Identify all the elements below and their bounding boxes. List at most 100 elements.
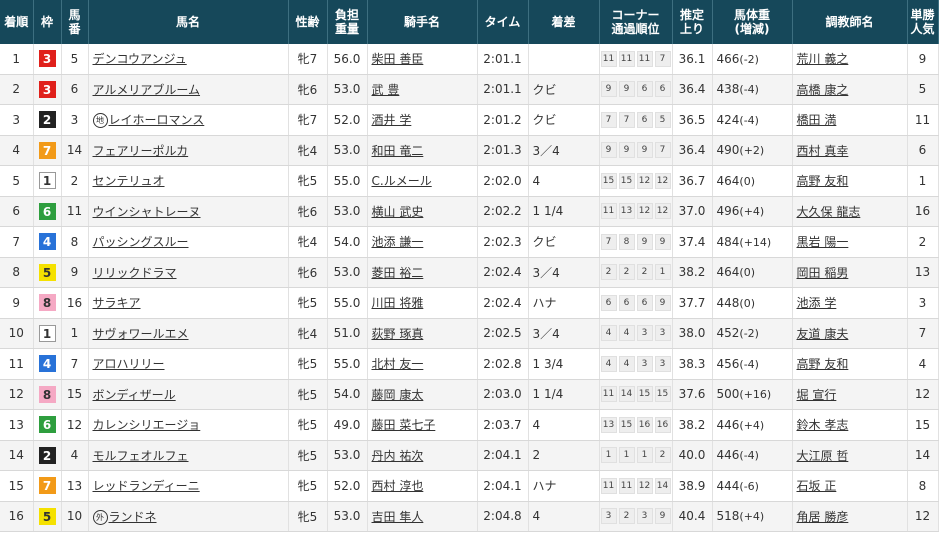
corner-position: 12 — [636, 172, 653, 189]
horse-name-link[interactable]: レイホーロマンス — [109, 113, 205, 127]
trainer-name-link[interactable]: 高橋 康之 — [797, 83, 849, 97]
jockey-name-link[interactable]: 丹内 祐次 — [372, 449, 424, 463]
rank-cell: 5 — [0, 165, 34, 197]
jockey-name-link[interactable]: 武 豊 — [372, 83, 400, 97]
horse-name-link[interactable]: アロハリリー — [93, 357, 165, 371]
table-row: 8 5 9 リリックドラマ 牝6 53.0 菱田 裕二 2:02.4 3／4 2 2 2 1 38.2 46… — [0, 257, 939, 288]
time-cell: 2:04.1 — [477, 440, 529, 471]
trainer-name-link[interactable]: 大江原 哲 — [797, 449, 849, 463]
umaban-cell: 5 — [61, 44, 89, 75]
time-cell: 2:01.2 — [477, 104, 529, 136]
corner-position: 1 — [600, 447, 617, 464]
waku-cell: 4 — [33, 348, 62, 380]
horse-cell: センテリュオ — [88, 165, 289, 197]
horse-name-link[interactable]: カレンシリエージョ — [93, 418, 201, 432]
corner-position: 12 — [636, 203, 653, 220]
horse-name-link[interactable]: サラキア — [93, 296, 141, 310]
trainer-name-link[interactable]: 池添 学 — [797, 296, 837, 310]
trainer-name-link[interactable]: 高野 友和 — [797, 174, 849, 188]
weight-value: 456 — [716, 356, 740, 371]
header-burden: 負担 重量 — [327, 0, 368, 44]
margin-cell: 1 1/4 — [528, 379, 600, 410]
umaban-cell: 7 — [61, 348, 89, 380]
header-burden-line1: 負担 — [334, 8, 359, 22]
trainer-name-link[interactable]: 岡田 稲男 — [797, 266, 849, 280]
jockey-name-link[interactable]: 藤田 菜七子 — [372, 418, 436, 432]
jockey-name-link[interactable]: 和田 竜二 — [372, 144, 424, 158]
horse-name-link[interactable]: ウインシャトレーヌ — [93, 205, 201, 219]
jockey-name-link[interactable]: C.ルメール — [372, 174, 432, 188]
corner-position: 7 — [654, 142, 671, 159]
jockey-name-link[interactable]: 酒井 学 — [372, 113, 412, 127]
waku-badge: 6 — [38, 202, 56, 220]
sexage-cell: 牝5 — [288, 287, 328, 319]
weight-diff: (-2) — [739, 327, 759, 341]
margin-cell: 1 3/4 — [528, 348, 600, 380]
horse-name-link[interactable]: ランドネ — [109, 510, 157, 524]
weight-value: 446 — [716, 417, 740, 432]
jockey-name-link[interactable]: 吉田 隼人 — [372, 510, 424, 524]
jockey-cell: 菱田 裕二 — [367, 257, 478, 288]
jockey-name-link[interactable]: 柴田 善臣 — [372, 52, 424, 66]
trainer-cell: 鈴木 孝志 — [792, 409, 908, 441]
horse-cell: ボンディザール — [88, 379, 289, 410]
margin-cell: ハナ — [528, 287, 600, 319]
time-cell: 2:02.3 — [477, 226, 529, 258]
jockey-name-link[interactable]: 池添 謙一 — [372, 235, 424, 249]
waku-badge: 3 — [38, 80, 56, 98]
trainer-name-link[interactable]: 堀 宣行 — [797, 388, 837, 402]
horse-name-link[interactable]: ボンディザール — [93, 388, 176, 402]
trainer-name-link[interactable]: 角居 勝彦 — [797, 510, 849, 524]
corner-position: 9 — [600, 81, 617, 98]
trainer-cell: 大久保 龍志 — [792, 196, 908, 227]
sexage-cell: 牝4 — [288, 226, 328, 258]
horse-cell: ウインシャトレーヌ — [88, 196, 289, 227]
horse-name-link[interactable]: センテリュオ — [93, 174, 165, 188]
horse-name-link[interactable]: レッドランディーニ — [93, 479, 200, 493]
table-row: 6 6 11 ウインシャトレーヌ 牝6 53.0 横山 武史 2:02.2 1 1/4 11 13 1… — [0, 196, 939, 227]
corner-position: 6 — [654, 81, 671, 98]
jockey-name-link[interactable]: 北村 友一 — [372, 357, 424, 371]
jockey-name-link[interactable]: 藤岡 康太 — [372, 388, 424, 402]
waku-cell: 4 — [33, 226, 62, 258]
trainer-name-link[interactable]: 鈴木 孝志 — [797, 418, 849, 432]
weight-cell: 466(-2) — [712, 44, 793, 75]
trainer-name-link[interactable]: 大久保 龍志 — [797, 205, 861, 219]
horse-name-link[interactable]: フェアリーポルカ — [93, 144, 189, 158]
trainer-name-link[interactable]: 橋田 満 — [797, 113, 837, 127]
jockey-name-link[interactable]: 横山 武史 — [372, 205, 424, 219]
weight-cell: 490(+2) — [712, 135, 793, 166]
header-rank: 着順 — [0, 0, 34, 44]
header-umaban-line2: 番 — [68, 22, 81, 36]
horse-name-link[interactable]: モルフェオルフェ — [93, 449, 189, 463]
horse-cell: アルメリアブルーム — [88, 74, 289, 105]
horse-name-link[interactable]: アルメリアブルーム — [93, 83, 201, 97]
margin-cell: 4 — [528, 165, 600, 197]
corner-position: 5 — [654, 111, 671, 128]
jockey-name-link[interactable]: 荻野 琢真 — [372, 327, 424, 341]
weight-value: 496 — [716, 204, 740, 219]
waku-cell: 2 — [33, 104, 62, 136]
corner-cell: 9997 — [599, 135, 673, 166]
trainer-name-link[interactable]: 西村 真幸 — [797, 144, 849, 158]
header-pop: 単勝 人気 — [907, 0, 939, 44]
trainer-name-link[interactable]: 高野 友和 — [797, 357, 849, 371]
trainer-name-link[interactable]: 荒川 義之 — [797, 52, 849, 66]
corner-position: 4 — [600, 355, 617, 372]
pop-cell: 2 — [907, 226, 939, 258]
horse-name-link[interactable]: リリックドラマ — [93, 266, 177, 280]
corner-position: 1 — [636, 447, 653, 464]
horse-name-link[interactable]: サヴォワールエメ — [93, 327, 189, 341]
trainer-name-link[interactable]: 友道 康夫 — [797, 327, 849, 341]
jockey-name-link[interactable]: 西村 淳也 — [372, 479, 424, 493]
jockey-cell: 吉田 隼人 — [367, 501, 478, 532]
burden-cell: 52.0 — [327, 470, 368, 502]
horse-name-link[interactable]: デンコウアンジュ — [93, 52, 187, 66]
jockey-name-link[interactable]: 菱田 裕二 — [372, 266, 424, 280]
horse-name-link[interactable]: パッシングスルー — [93, 235, 189, 249]
trainer-name-link[interactable]: 石坂 正 — [797, 479, 837, 493]
trainer-name-link[interactable]: 黒岩 陽一 — [797, 235, 849, 249]
jockey-name-link[interactable]: 川田 将雅 — [372, 296, 424, 310]
trainer-cell: 大江原 哲 — [792, 440, 908, 471]
jockey-cell: 西村 淳也 — [367, 470, 478, 502]
